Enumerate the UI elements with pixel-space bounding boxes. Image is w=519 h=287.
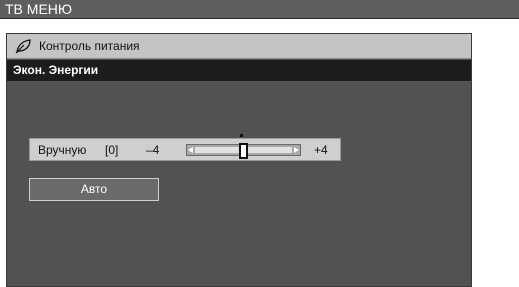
arrow-left-icon[interactable] <box>188 147 193 153</box>
panel-header: Контроль питания <box>7 34 471 59</box>
auto-button[interactable]: Авто <box>29 178 159 201</box>
leaf-icon <box>15 38 32 54</box>
energy-slider-track[interactable] <box>186 143 301 159</box>
menu-title-bar: ТВ МЕНЮ <box>0 0 519 19</box>
slider-value: [0] <box>105 143 119 157</box>
energy-saving-heading: Экон. Энергии <box>7 60 471 81</box>
arrow-right-icon[interactable] <box>294 147 299 153</box>
slider-min-label: –4 <box>146 143 160 157</box>
power-control-panel: Контроль питания Экон. Энергии Вручную [… <box>6 33 472 287</box>
manual-slider-row[interactable]: Вручную [0] –4 +4 <box>29 134 341 161</box>
panel-title: Контроль питания <box>39 39 140 53</box>
center-marker <box>240 134 243 137</box>
slider-max-label: +4 <box>314 143 328 157</box>
slider-knob[interactable] <box>239 143 248 159</box>
menu-title: ТВ МЕНЮ <box>5 1 73 17</box>
manual-label: Вручную <box>38 143 87 157</box>
